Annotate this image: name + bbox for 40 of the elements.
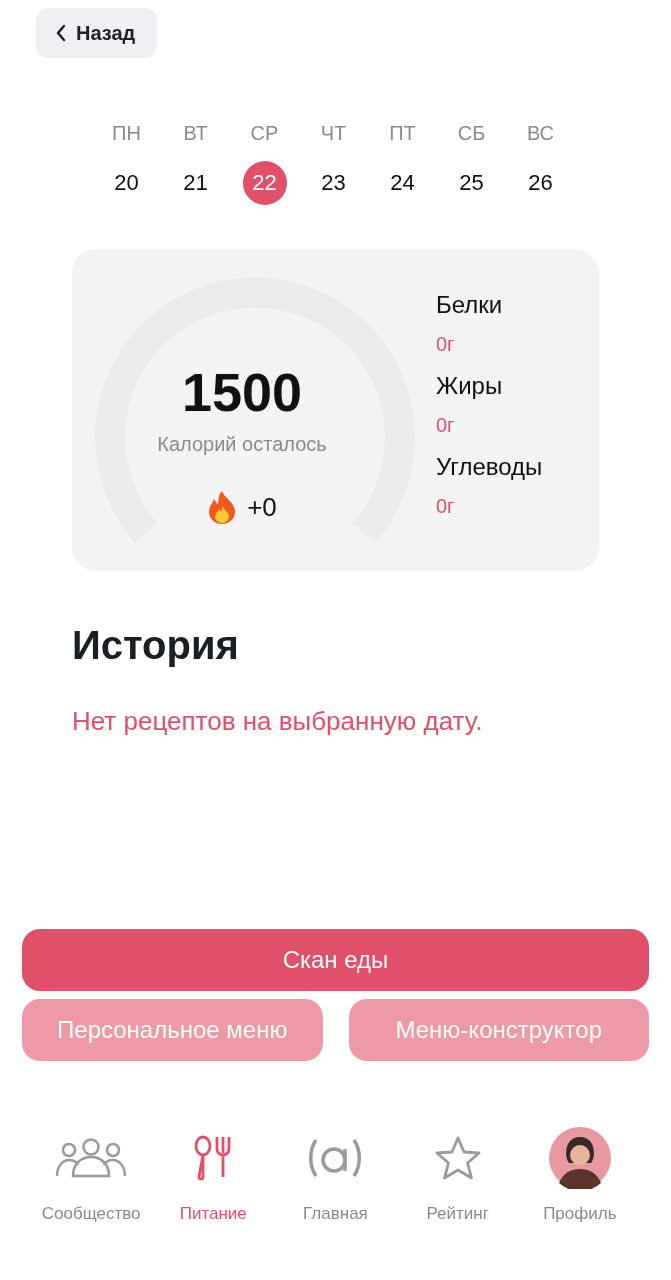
burned-value: +0 (247, 491, 277, 523)
flame-icon (207, 490, 238, 524)
people-icon (55, 1138, 128, 1178)
weekday-label: ВТ (183, 122, 208, 145)
date-button[interactable]: 22 (242, 161, 287, 205)
calories-label: Калорий осталось (157, 433, 327, 456)
date-button[interactable]: 26 (518, 161, 563, 205)
weekday-label: СБ (457, 122, 486, 145)
scan-food-button[interactable]: Скан еды (22, 929, 649, 991)
date-button[interactable]: 25 (449, 161, 494, 205)
date-button[interactable]: 23 (311, 161, 356, 205)
weekday-label: ВС (526, 122, 555, 145)
parenthesized-a-icon (308, 1138, 363, 1178)
menu-button[interactable]: Меню-конструктор (348, 999, 649, 1061)
macro-name: Углеводы (436, 453, 543, 481)
macro-name: Жиры (436, 372, 504, 400)
empty-message: Нет рецептов на выбранную дату. (72, 706, 484, 737)
weekday-label: СР (250, 122, 279, 145)
weekday-label: ПТ (389, 122, 416, 145)
menu-button[interactable]: Персональное меню (22, 999, 323, 1061)
nav-tab[interactable]: Профиль (519, 1126, 640, 1224)
nav-tab[interactable]: Сообщество (31, 1126, 152, 1224)
date-button[interactable]: 21 (173, 161, 218, 205)
date-button[interactable]: 20 (104, 161, 149, 205)
nav-tab[interactable]: Главная (275, 1126, 396, 1224)
star-icon (433, 1135, 482, 1181)
calories-value: 1500 (181, 361, 303, 423)
weekday-label: ПН (112, 122, 141, 145)
avatar-icon (548, 1127, 611, 1189)
macro-value: 0г (436, 414, 456, 437)
date-button[interactable]: 24 (380, 161, 425, 205)
macro-value: 0г (436, 495, 456, 518)
nav-tab[interactable]: Питание (153, 1126, 274, 1224)
weekday-label: ЧТ (320, 122, 347, 145)
chevron-left-icon (56, 24, 66, 42)
macro-value: 0г (436, 333, 456, 356)
section-title: История (72, 623, 240, 668)
back-button[interactable]: Назад (36, 8, 158, 58)
macro-name: Белки (436, 291, 504, 319)
nav-tab[interactable]: Рейтинг (397, 1126, 518, 1224)
